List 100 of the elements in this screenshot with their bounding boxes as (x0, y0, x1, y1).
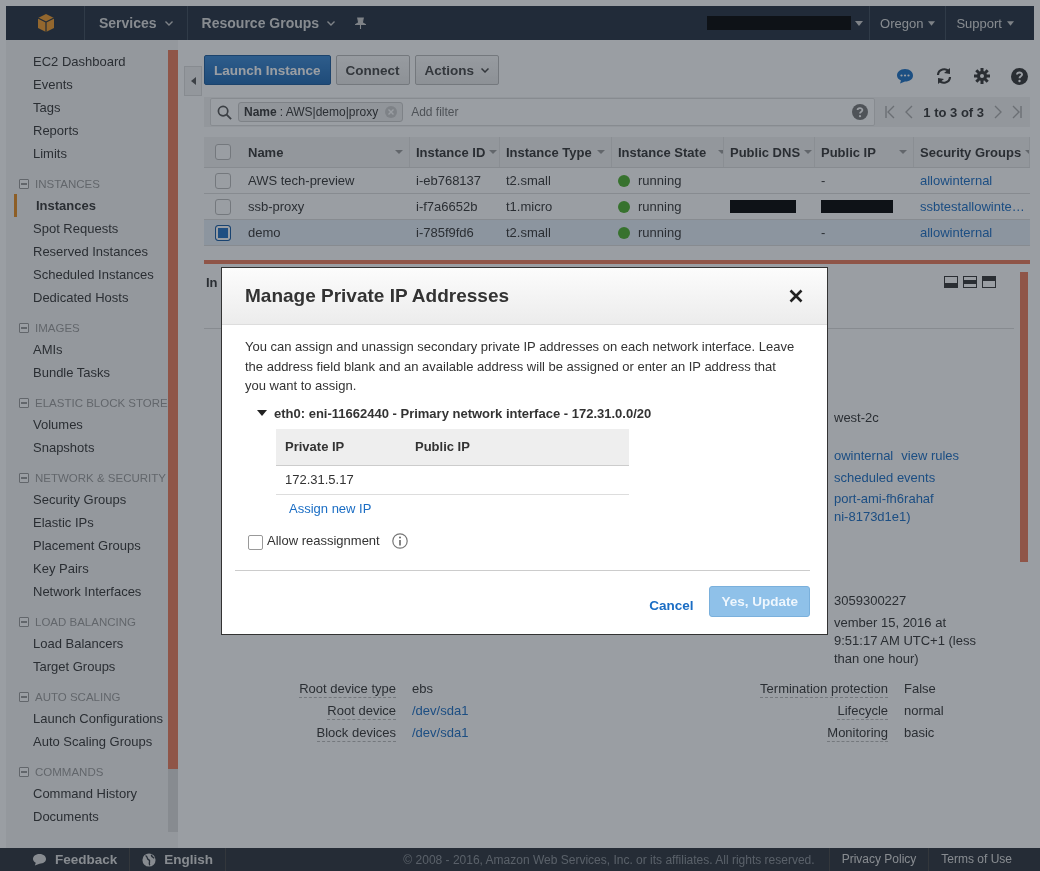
nav-link[interactable]: Snapshots (14, 436, 168, 459)
detail-link[interactable]: /dev/sda1 (412, 703, 469, 718)
collapse-icon[interactable] (19, 692, 29, 702)
feedback-button[interactable]: Feedback (20, 848, 131, 871)
next-page-icon[interactable] (994, 105, 1002, 119)
nav-link[interactable]: Bundle Tasks (14, 361, 168, 384)
close-icon[interactable] (789, 289, 803, 303)
nav-link[interactable]: Placement Groups (14, 534, 168, 557)
collapse-icon[interactable] (19, 323, 29, 333)
collapse-sidebar-button[interactable] (184, 66, 202, 96)
checkbox[interactable] (248, 534, 263, 550)
security-group-link[interactable]: allowinternal (920, 173, 993, 188)
nav-link[interactable]: Target Groups (14, 655, 168, 678)
scrollbar-thumb[interactable] (168, 50, 178, 770)
layout-top-icon[interactable] (982, 276, 996, 288)
nav-link[interactable]: Volumes (14, 413, 168, 436)
nav-link[interactable]: Reports (14, 119, 168, 142)
toolbar-button[interactable]: Connect (335, 55, 410, 85)
pin-icon[interactable] (355, 16, 367, 30)
nav-link[interactable]: Elastic IPs (14, 511, 168, 534)
table-cell: running (638, 173, 682, 188)
settings-icon[interactable] (974, 68, 990, 84)
footer-link[interactable]: Privacy Policy (828, 848, 929, 871)
assign-link[interactable]: Assign new IP (289, 500, 372, 516)
nav-link[interactable]: Reserved Instances (14, 240, 168, 263)
filter-field[interactable]: Name : AWS|demo|proxy Add filter (210, 98, 876, 126)
row-checkbox[interactable] (215, 224, 231, 241)
detail-link[interactable]: /dev/sda1 (412, 725, 469, 740)
nav-link[interactable]: Spot Requests (14, 217, 168, 240)
detail-link[interactable]: port-ami-fh6rahaf (834, 491, 934, 506)
top-menu[interactable]: Resource Groups (186, 6, 350, 40)
nav-link[interactable]: Auto Scaling Groups (14, 730, 168, 753)
top-menu[interactable]: Oregon (869, 6, 946, 40)
cube-icon[interactable] (36, 13, 56, 33)
scrollbar-thumb[interactable] (1020, 272, 1028, 562)
top-menu[interactable]: Support (945, 6, 1024, 40)
nav-link[interactable]: Events (14, 73, 168, 96)
layout-split-icon[interactable] (963, 276, 977, 288)
nav-link[interactable]: Load Balancers (14, 632, 168, 655)
help-icon[interactable] (1011, 67, 1028, 85)
nav-link[interactable]: Limits (14, 142, 168, 165)
security-group-link[interactable]: allowinternal (920, 225, 993, 240)
collapse-icon[interactable] (19, 767, 29, 777)
nav-link[interactable]: Scheduled Instances (14, 263, 168, 286)
nav-link[interactable]: Launch Configurations (14, 707, 168, 730)
last-page-icon[interactable] (1012, 105, 1022, 119)
nav-link[interactable]: AMIs (14, 338, 168, 361)
column-header[interactable]: Instance Type (500, 137, 612, 167)
select-all-checkbox[interactable] (215, 144, 231, 160)
column-header[interactable]: Instance ID (410, 137, 500, 167)
layout-bottom-icon[interactable] (944, 276, 958, 288)
column-header[interactable]: Name (242, 137, 410, 167)
collapse-icon[interactable] (19, 473, 29, 483)
remove-icon[interactable] (385, 106, 398, 118)
column-header[interactable]: Public IP (815, 137, 914, 167)
nav-link[interactable]: Tags (14, 96, 168, 119)
cancel-link[interactable]: Cancel (649, 598, 694, 613)
info-icon[interactable] (391, 532, 408, 549)
previous-page-icon[interactable] (905, 105, 914, 119)
detail-link[interactable]: view rules (901, 448, 960, 463)
nav-link[interactable]: Security Groups (14, 488, 168, 511)
nav-link[interactable]: EC2 Dashboard (14, 50, 168, 73)
collapse-icon[interactable] (19, 617, 29, 627)
pagination-text: 1 to 3 of 3 (923, 104, 984, 120)
row-checkbox[interactable] (215, 198, 231, 215)
table-cell-text: t2.small (505, 172, 552, 190)
details-tab[interactable]: In (204, 274, 218, 290)
nav-link[interactable]: Network Interfaces (14, 580, 168, 603)
nav-link[interactable]: Key Pairs (14, 557, 168, 580)
collapse-icon[interactable] (19, 179, 29, 189)
row-checkbox[interactable] (215, 172, 231, 189)
toolbar-button[interactable]: Actions (414, 55, 500, 85)
security-group-link[interactable]: allowinte… (961, 199, 1025, 214)
language-button[interactable]: English (130, 848, 227, 871)
status-dot (618, 174, 630, 187)
detail-value: ebs (412, 681, 433, 696)
first-page-icon[interactable] (885, 105, 896, 119)
filter-token[interactable]: Name : AWS|demo|proxy (238, 102, 404, 122)
chat-icon[interactable] (896, 68, 914, 84)
help-icon[interactable] (852, 104, 869, 120)
caret-icon[interactable] (855, 20, 864, 26)
detail-link[interactable]: scheduled events (834, 470, 936, 485)
collapse-icon[interactable] (19, 398, 29, 408)
nav-link[interactable]: Dedicated Hosts (14, 286, 168, 309)
nav-link[interactable]: Command History (14, 782, 168, 805)
footer-link[interactable]: Terms of Use (928, 848, 1024, 871)
security-group-link[interactable]: ssbtest (920, 199, 962, 214)
toolbar-button[interactable]: Launch Instance (204, 55, 331, 85)
column-header[interactable]: Public DNS (724, 137, 815, 167)
detail-value: basic (904, 724, 936, 742)
detail-link[interactable]: owinternal (834, 448, 894, 463)
column-header[interactable]: Instance State (612, 137, 724, 167)
detail-link[interactable]: ni-8173d1e1) (834, 509, 911, 524)
status-dot (618, 226, 630, 239)
expand-icon[interactable] (257, 410, 267, 416)
sort-icon (899, 150, 907, 154)
table-row[interactable]: demo i-785f9fd6 t2.small running - allowinternal (204, 220, 1030, 246)
nav-link[interactable]: Documents (14, 805, 168, 828)
column-header[interactable]: Security Groups (914, 137, 1030, 167)
refresh-icon[interactable] (935, 67, 953, 85)
